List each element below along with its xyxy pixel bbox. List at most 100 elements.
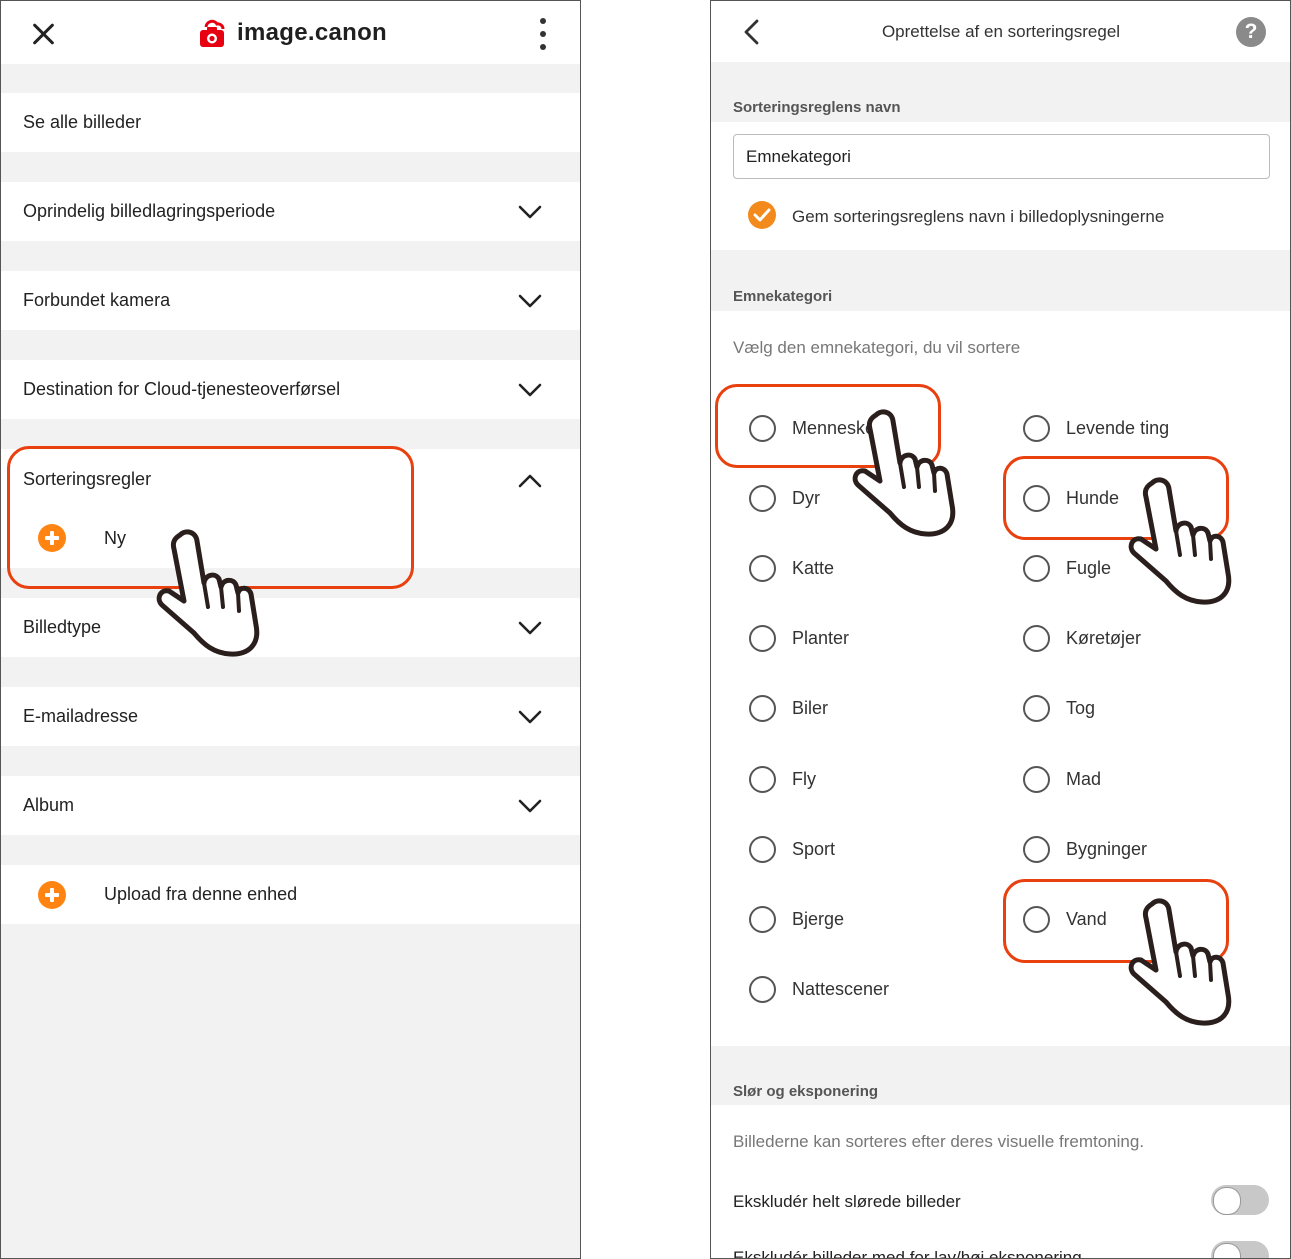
radio-button (749, 905, 776, 933)
radio-button (1023, 624, 1050, 652)
radio-button (1023, 765, 1050, 793)
help-icon[interactable]: ? (1236, 17, 1266, 47)
save-name-label: Gem sorteringsreglens navn i billedoplys… (792, 207, 1165, 226)
back-arrow-icon[interactable] (741, 19, 763, 45)
radio-option-levende-ting[interactable]: Levende ting (1023, 408, 1169, 448)
radio-button (749, 484, 776, 512)
radio-label: Mennesker (792, 417, 882, 438)
radio-option-fugle[interactable]: Fugle (1023, 548, 1111, 588)
menu-item-label: Destination for Cloud-tjenesteoverførsel (23, 379, 341, 399)
radio-label: Køretøjer (1066, 627, 1142, 648)
new-rule-label: Ny (104, 527, 126, 548)
radio-button (1023, 905, 1050, 933)
menu-item-label: Sorteringsregler (23, 469, 152, 489)
blur-hint: Billederne kan sorteres efter deres visu… (733, 1132, 1145, 1151)
cloud-camera-icon (200, 19, 225, 47)
menu-item-label: E-mailadresse (23, 706, 139, 726)
menu-item-email[interactable]: E-mailadresse (1, 687, 580, 746)
more-options-icon[interactable] (533, 18, 553, 52)
plus-icon (38, 524, 66, 552)
toggle-label-exposure: Ekskludér billeder med for lav/høj ekspo… (733, 1248, 1082, 1259)
chevron-down-icon (518, 200, 542, 224)
toggle-label-blurred: Ekskludér helt slørede billeder (733, 1192, 961, 1211)
radio-label: Dyr (792, 487, 820, 508)
new-rule-button[interactable]: Ny (38, 524, 126, 552)
radio-button (1023, 414, 1050, 442)
radio-option-planter[interactable]: Planter (749, 618, 849, 658)
plus-icon (38, 880, 66, 909)
radio-button (749, 554, 776, 582)
menu-item-label: Forbundet kamera (23, 290, 171, 310)
radio-button (1023, 694, 1050, 722)
radio-button (749, 975, 776, 1003)
section-label-blur: Slør og eksponering (733, 1083, 879, 1100)
radio-option-nattescener[interactable]: Nattescener (749, 969, 889, 1009)
chevron-down-icon (518, 378, 542, 402)
radio-option-mennesker[interactable]: Mennesker (749, 408, 881, 448)
menu-item-label: Oprindelig billedlagringsperiode (23, 201, 276, 221)
radio-label: Bygninger (1066, 838, 1148, 859)
menu-item-connected-camera[interactable]: Forbundet kamera (1, 271, 580, 330)
radio-option-hunde[interactable]: Hunde (1023, 478, 1119, 518)
radio-label: Katte (792, 557, 835, 578)
radio-label: Bjerge (792, 908, 845, 929)
radio-label: Levende ting (1066, 417, 1170, 438)
brand-logo: image.canon (197, 15, 387, 51)
menu-item-album[interactable]: Album (1, 776, 580, 835)
radio-option-mad[interactable]: Mad (1023, 759, 1101, 799)
exclude-blurred-toggle[interactable] (1211, 1185, 1269, 1215)
radio-button (749, 624, 776, 652)
radio-option-biler[interactable]: Biler (749, 688, 828, 728)
rule-name-input[interactable] (733, 134, 1270, 179)
menu-screen: image.canon Se alle billeder Oprindelig … (0, 0, 581, 1259)
radio-label: Planter (792, 627, 850, 648)
app-bar: Oprettelse af en sorteringsregel ? (711, 1, 1290, 62)
blur-block (711, 1105, 1290, 1258)
chevron-down-icon (518, 616, 542, 640)
radio-option-tog[interactable]: Tog (1023, 688, 1095, 728)
radio-option-vand[interactable]: Vand (1023, 899, 1107, 939)
brand-name: image.canon (237, 19, 388, 46)
chevron-down-icon (518, 289, 542, 313)
radio-button (1023, 835, 1050, 863)
create-rule-screen: Oprettelse af en sorteringsregel ? Sorte… (710, 0, 1291, 1259)
chevron-down-icon (518, 705, 542, 729)
exclude-exposure-toggle[interactable] (1211, 1241, 1269, 1258)
radio-option-bjerge[interactable]: Bjerge (749, 899, 844, 939)
radio-button (749, 414, 776, 442)
chevron-down-icon (518, 794, 542, 818)
menu-item-cloud-destination[interactable]: Destination for Cloud-tjenesteoverførsel (1, 360, 580, 419)
radio-label: Fly (792, 768, 816, 789)
radio-label: Biler (792, 697, 829, 718)
menu-item-storage-period[interactable]: Oprindelig billedlagringsperiode (1, 182, 580, 241)
category-hint: Vælg den emnekategori, du vil sortere (733, 338, 1021, 357)
radio-label: Nattescener (792, 978, 890, 999)
page-title: Oprettelse af en sorteringsregel (881, 22, 1121, 41)
section-label-rule-name: Sorteringsreglens navn (733, 99, 901, 116)
menu-item-sorting-rules[interactable]: Sorteringsregler Ny (1, 449, 580, 568)
radio-label: Mad (1066, 768, 1102, 789)
upload-button[interactable]: Upload fra denne enhed (1, 865, 580, 924)
radio-option-fly[interactable]: Fly (749, 759, 816, 799)
menu-item-all-images[interactable]: Se alle billeder (1, 93, 580, 152)
menu-item-label: Billedtype (23, 617, 102, 637)
upload-label: Upload fra denne enhed (104, 884, 298, 904)
radio-label: Sport (792, 838, 836, 859)
app-bar: image.canon (1, 1, 580, 64)
save-name-checkbox[interactable] (748, 201, 776, 229)
radio-option-katte[interactable]: Katte (749, 548, 834, 588)
radio-button (749, 765, 776, 793)
radio-button (1023, 554, 1050, 582)
radio-option-dyr[interactable]: Dyr (749, 478, 820, 518)
radio-button (749, 694, 776, 722)
radio-option-sport[interactable]: Sport (749, 829, 835, 869)
close-icon[interactable] (31, 21, 57, 47)
menu-item-image-type[interactable]: Billedtype (1, 598, 580, 657)
menu-item-label: Album (23, 795, 75, 815)
radio-button (749, 835, 776, 863)
radio-option-bygninger[interactable]: Bygninger (1023, 829, 1147, 869)
section-label-category: Emnekategori (733, 288, 833, 305)
radio-option-koeretoejer[interactable]: Køretøjer (1023, 618, 1141, 658)
radio-label: Fugle (1066, 557, 1112, 578)
menu-item-label: Se alle billeder (23, 112, 142, 132)
